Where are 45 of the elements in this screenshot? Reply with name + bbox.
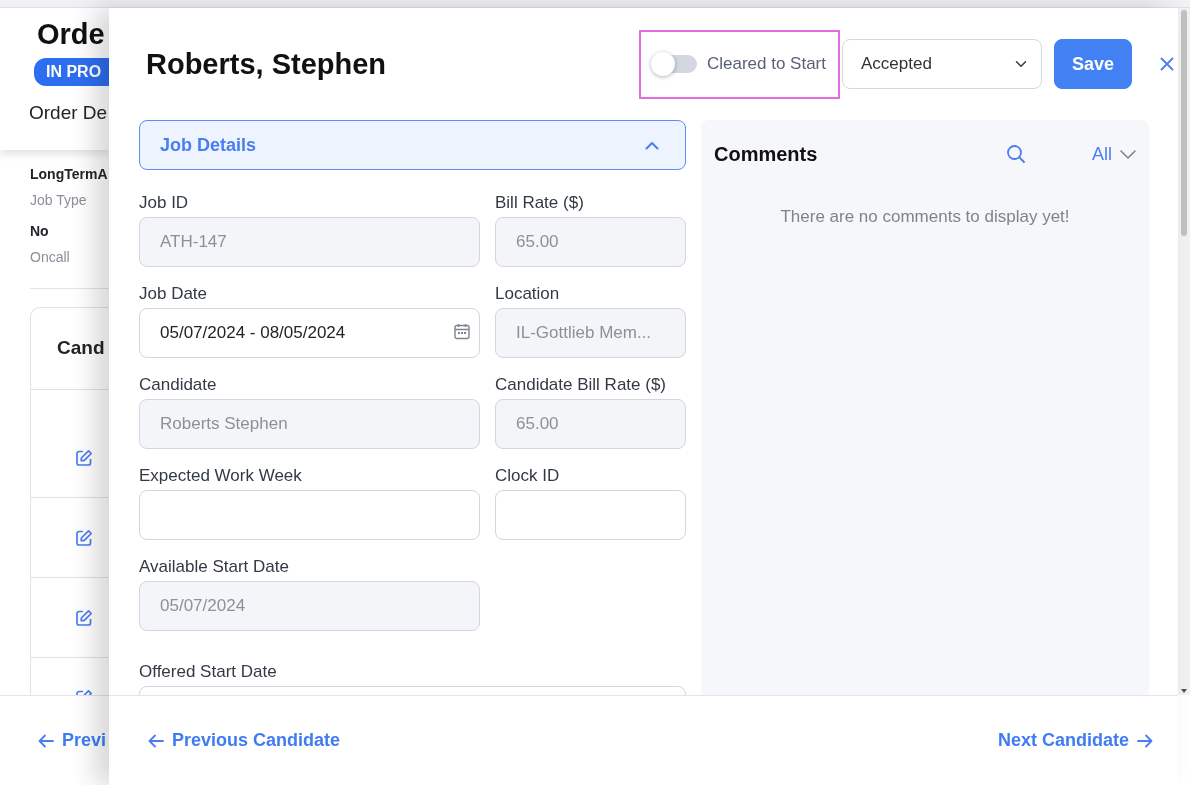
page-title: Orde xyxy=(36,17,106,52)
field-label: Offered Start Date xyxy=(139,661,278,683)
chevron-up-icon xyxy=(645,140,659,150)
toggle-label: Cleared to Start xyxy=(706,53,826,76)
detail-value: LongTermA xyxy=(30,165,109,184)
date-range-field[interactable]: 05/07/2024 - 08/05/2024 xyxy=(139,308,480,358)
detail-value: No xyxy=(30,222,50,241)
edit-icon[interactable] xyxy=(75,608,93,627)
arrow-right-icon xyxy=(1137,733,1153,748)
search-button[interactable] xyxy=(1006,144,1026,164)
arrow-left-icon xyxy=(38,733,54,748)
filter-dropdown[interactable]: All xyxy=(1092,140,1136,168)
search-icon xyxy=(1006,144,1026,164)
status-select[interactable]: Accepted xyxy=(842,39,1042,89)
previous-candidate-link[interactable]: Previous Candidate xyxy=(148,727,341,754)
detail-label: Oncall xyxy=(30,248,71,267)
field-label: Candidate xyxy=(139,374,218,396)
field-label: Location xyxy=(495,283,561,305)
scrollbar[interactable] xyxy=(1178,8,1190,695)
detail-label: Job Type xyxy=(30,191,88,210)
field-label: Candidate Bill Rate ($) xyxy=(495,374,668,396)
field-label: Clock ID xyxy=(495,465,561,487)
edit-icon[interactable] xyxy=(75,449,93,467)
comments-title: Comments xyxy=(714,142,819,167)
empty-message: There are no comments to display yet! xyxy=(779,206,1071,228)
field-label: Job ID xyxy=(139,192,190,214)
status-badge: IN PRO xyxy=(34,58,109,86)
next-candidate-link[interactable]: Next Candidate xyxy=(997,727,1153,754)
previous-link[interactable]: Previ xyxy=(38,727,107,754)
edit-icon[interactable] xyxy=(75,528,93,547)
close-icon xyxy=(1160,57,1174,71)
chevron-down-icon xyxy=(1120,149,1136,159)
section-header[interactable]: Job Details xyxy=(139,120,686,170)
field-label: Expected Work Week xyxy=(139,465,303,487)
calendar-icon xyxy=(454,323,470,340)
input-field[interactable] xyxy=(495,490,686,540)
field-label: Available Start Date xyxy=(139,556,290,578)
arrow-left-icon xyxy=(148,733,164,748)
tab[interactable]: Order De xyxy=(29,99,109,128)
toggle-switch[interactable] xyxy=(652,55,697,73)
field-label: Bill Rate ($) xyxy=(495,192,585,214)
candidate-name: Roberts, Stephen xyxy=(146,46,388,82)
input-field[interactable] xyxy=(139,490,480,540)
save-button[interactable]: Save xyxy=(1054,39,1132,89)
field-label: Job Date xyxy=(139,283,209,305)
